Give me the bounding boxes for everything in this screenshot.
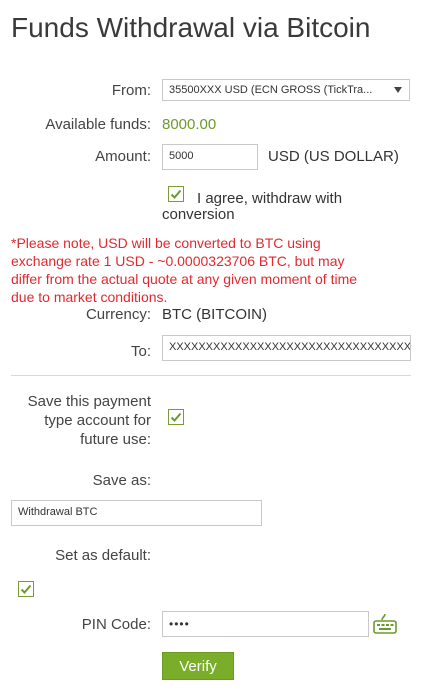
- amount-label: Amount:: [95, 148, 151, 165]
- available-funds-label: Available funds:: [45, 116, 151, 133]
- conversion-notice-line: due to market conditions.: [11, 289, 168, 305]
- from-label: From:: [111, 82, 151, 99]
- from-account-value: 35500XXX USD (ECN GROSS (TickTra...: [169, 84, 373, 96]
- pin-code-input[interactable]: ••••: [162, 611, 369, 637]
- save-account-checkbox[interactable]: [168, 409, 184, 425]
- check-icon: [170, 189, 182, 199]
- to-label: To:: [130, 343, 151, 360]
- save-as-input[interactable]: Withdrawal BTC: [11, 500, 262, 526]
- section-divider: [11, 375, 411, 376]
- chevron-down-icon: [394, 87, 402, 93]
- agree-label-line1: I agree, withdraw with: [197, 190, 343, 207]
- check-icon: [20, 584, 32, 594]
- amount-input[interactable]: 5000: [162, 144, 258, 170]
- agree-label-line2: conversion: [162, 206, 235, 223]
- save-account-label-line: future use:: [80, 431, 151, 448]
- check-icon: [170, 412, 182, 422]
- amount-currency: USD (US DOLLAR): [268, 148, 399, 165]
- conversion-notice-line: *Please note, USD will be converted to B…: [11, 235, 321, 251]
- save-as-label: Save as:: [92, 472, 151, 489]
- to-address-input[interactable]: XXXXXXXXXXXXXXXXXXXXXXXXXXXXXXXXXX: [162, 335, 411, 361]
- page-title: Funds Withdrawal via Bitcoin: [11, 12, 371, 43]
- from-account-select[interactable]: 35500XXX USD (ECN GROSS (TickTra...: [162, 79, 410, 101]
- keyboard-icon[interactable]: [373, 613, 397, 640]
- conversion-notice-line: exchange rate 1 USD - ~0.0000323706 BTC,…: [11, 253, 345, 269]
- available-funds-value: 8000.00: [162, 116, 217, 133]
- set-default-checkbox[interactable]: [18, 581, 34, 597]
- save-account-label-line: Save this payment: [27, 393, 151, 410]
- conversion-notice: *Please note, USD will be converted to B…: [11, 234, 421, 306]
- currency-value: BTC (BITCOIN): [162, 306, 267, 323]
- agree-checkbox[interactable]: [168, 186, 184, 202]
- verify-button[interactable]: Verify: [162, 652, 234, 680]
- currency-label: Currency:: [85, 306, 151, 323]
- save-account-label: Save this payment type account for futur…: [28, 392, 151, 449]
- set-default-label: Set as default:: [55, 547, 151, 564]
- save-account-label-line: type account for: [44, 412, 151, 429]
- conversion-notice-line: differ from the actual quote at any give…: [11, 271, 358, 287]
- pin-code-label: PIN Code:: [81, 616, 151, 633]
